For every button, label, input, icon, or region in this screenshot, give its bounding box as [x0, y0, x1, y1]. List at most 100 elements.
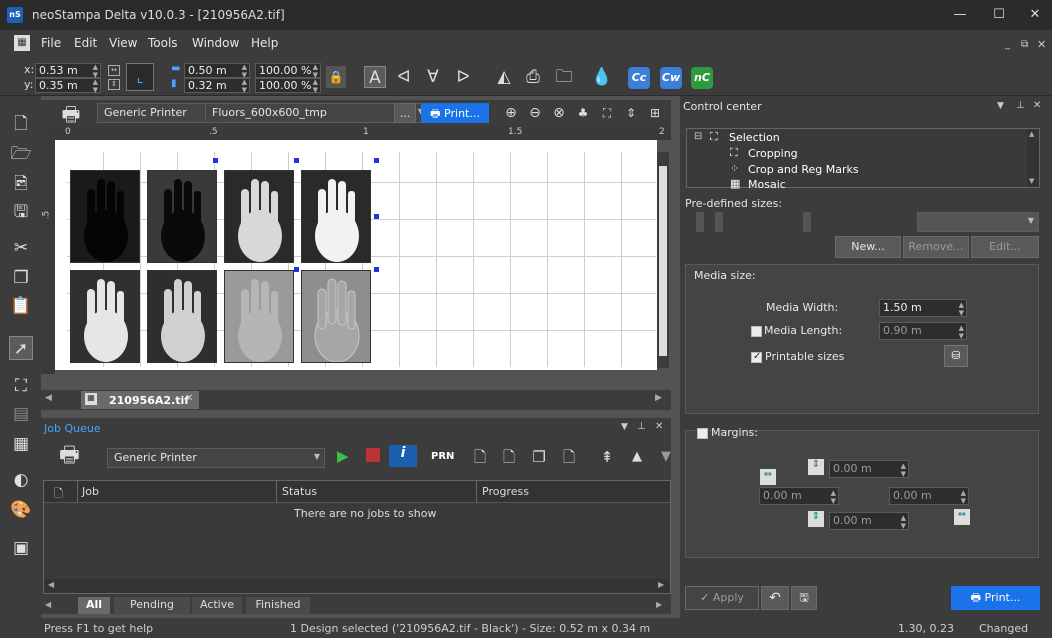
queue-tab-all[interactable]: All [78, 597, 110, 614]
media-length-checkbox[interactable] [751, 326, 762, 337]
arrange-icon[interactable]: ▣ [9, 536, 33, 560]
stop-icon[interactable] [366, 448, 380, 462]
mosaic-icon[interactable]: ▦ [9, 432, 33, 456]
panel-pin-icon[interactable]: ⊥ [1016, 100, 1025, 111]
save-settings-icon[interactable]: 🖫 [791, 586, 817, 610]
tree-item-cropping[interactable]: Cropping [748, 147, 798, 160]
tile-icon[interactable]: ▤ [9, 402, 33, 426]
panel-close-icon[interactable]: ✕ [1033, 100, 1041, 111]
canvas-vertical-scrollbar[interactable] [657, 152, 669, 368]
panel-menu-icon[interactable]: ▼ [997, 101, 1004, 111]
zoom-in-icon[interactable]: ⊕ [500, 102, 522, 124]
width-lock-icon[interactable]: ↔ [108, 65, 120, 76]
margin-bottom-input[interactable]: 0.00 m ▲ ▼ [829, 512, 909, 530]
queue-tab-pending[interactable]: Pending [114, 597, 190, 614]
selection-handle[interactable] [294, 267, 299, 272]
print-setup-icon[interactable]: ⎙ [522, 66, 544, 88]
panel-pin-icon[interactable]: ⊥ [637, 421, 646, 432]
mdi-minimize-icon[interactable]: _ [1005, 39, 1010, 50]
folder-refresh-icon[interactable]: 🗀 [553, 66, 575, 88]
profile-browse-button[interactable]: ... [394, 103, 416, 123]
selection-handle[interactable] [374, 158, 379, 163]
move-up-icon[interactable]: ▲ [626, 446, 648, 468]
image-tile[interactable] [224, 170, 294, 263]
column-progress[interactable]: Progress [482, 485, 529, 498]
image-tile[interactable] [301, 170, 371, 263]
arrange-shapes-icon[interactable]: ♣ [572, 102, 594, 124]
color-correction-cw-icon[interactable]: Cw [660, 67, 682, 89]
text-tool-flip-icon[interactable]: ∀ [422, 66, 444, 88]
panel-close-icon[interactable]: ✕ [655, 421, 663, 432]
color-nc-icon[interactable]: nC [691, 67, 713, 89]
selection-handle[interactable] [374, 214, 379, 219]
scroll-left-icon[interactable]: ◀ [48, 580, 54, 589]
tree-scrollbar[interactable]: ▲ ▼ [1027, 129, 1039, 187]
selection-handle[interactable] [213, 158, 218, 163]
selection-handle[interactable] [294, 158, 299, 163]
tool-tree[interactable]: ⊟ ⛶ Selection ⛶ Cropping ⁘ Crop and Reg … [686, 128, 1040, 191]
select-all-icon[interactable]: ⛶ [596, 102, 618, 124]
control-print-button[interactable]: 🖶 Print... [951, 586, 1040, 610]
tree-collapse-icon[interactable]: ⊟ [694, 131, 702, 142]
tab-document[interactable]: 210956A2.tif [81, 391, 200, 409]
ink-drop-icon[interactable]: 💧 [591, 66, 613, 88]
tab-scroll-left-icon[interactable]: ◀ [45, 393, 52, 403]
menu-window[interactable]: Window [192, 36, 239, 50]
menu-tools[interactable]: Tools [148, 36, 178, 50]
color-balance-icon[interactable]: ◐ [9, 468, 33, 492]
tree-item-crop-reg-marks[interactable]: Crop and Reg Marks [748, 163, 859, 176]
width-input[interactable]: 0.50 m ▲ ▼ [184, 63, 250, 79]
cut-icon[interactable]: ✂ [9, 236, 33, 260]
close-icon[interactable]: ✕ [1012, 0, 1052, 30]
add-image-icon[interactable]: 🖻 [9, 172, 33, 196]
text-tool-left-icon[interactable]: ᐊ [393, 66, 415, 88]
prn-button[interactable]: PRN [431, 451, 454, 462]
mdi-restore-icon[interactable]: ⧉ [1021, 39, 1028, 50]
move-down-icon[interactable]: ▼ [655, 446, 677, 468]
mirror-icon[interactable]: ◭ [493, 66, 515, 88]
lock-icon[interactable]: 🔒 [326, 66, 346, 88]
crop-icon[interactable]: ⛶ [9, 374, 33, 398]
image-tile[interactable] [301, 270, 371, 363]
margins-checkbox[interactable] [697, 428, 708, 439]
margin-right-input[interactable]: 0.00 m ▲ ▼ [889, 487, 969, 505]
tree-item-selection[interactable]: Selection [729, 131, 780, 144]
queue-tab-scroll-left-icon[interactable]: ◀ [45, 600, 51, 609]
menu-edit[interactable]: Edit [74, 36, 97, 50]
scroll-up-icon[interactable]: ▲ [1029, 130, 1034, 138]
menu-view[interactable]: View [109, 36, 137, 50]
fit-page-icon[interactable]: ⊞ [644, 102, 666, 124]
job-delete-icon[interactable]: 🗋 [558, 446, 580, 468]
scroll-right-icon[interactable]: ▶ [658, 580, 664, 589]
selection-handle[interactable] [374, 267, 379, 272]
edit-size-button[interactable]: Edit... [971, 236, 1039, 258]
height-lock-icon[interactable]: ↕ [108, 79, 120, 90]
margin-left-input[interactable]: 0.00 m ▲ ▼ [759, 487, 839, 505]
new-file-icon[interactable]: 🗋 [9, 112, 33, 136]
paste-icon[interactable]: 📋 [9, 294, 33, 318]
job-list-hscrollbar[interactable]: ◀ ▶ [44, 579, 670, 593]
color-correction-cc-icon[interactable]: Cc [628, 67, 650, 89]
zoom-fit-icon[interactable]: ⊗ [548, 102, 570, 124]
fit-height-icon[interactable]: ⇕ [620, 102, 642, 124]
printable-sizes-checkbox[interactable] [751, 351, 762, 363]
remove-size-button[interactable]: Remove... [903, 236, 969, 258]
scroll-down-icon[interactable]: ▼ [1029, 177, 1034, 185]
x-position-input[interactable]: 0.53 m ▲ ▼ [35, 63, 101, 79]
media-length-input[interactable]: 0.90 m ▲ ▼ [879, 322, 967, 340]
y-position-input[interactable]: 0.35 m ▲ ▼ [35, 78, 101, 94]
image-tile[interactable] [147, 270, 217, 363]
origin-anchor-icon[interactable]: ⌞ [126, 63, 154, 91]
undo-icon[interactable]: ↶ [761, 586, 789, 610]
predefined-sizes-select[interactable]: ▼ [917, 212, 1039, 232]
open-folder-icon[interactable]: 🗁 [9, 142, 33, 166]
menu-file[interactable]: File [41, 36, 61, 50]
copy-icon[interactable]: ❐ [9, 266, 33, 290]
zoom-out-icon[interactable]: ⊖ [524, 102, 546, 124]
play-icon[interactable]: ▶ [337, 447, 349, 465]
move-top-icon[interactable]: ⇞ [596, 446, 618, 468]
job-copy-icon[interactable]: ❐ [528, 446, 550, 468]
print-button[interactable]: 🖶 Print... [421, 103, 489, 123]
queue-tab-scroll-right-icon[interactable]: ▶ [656, 600, 662, 609]
tab-scroll-right-icon[interactable]: ▶ [655, 393, 662, 403]
